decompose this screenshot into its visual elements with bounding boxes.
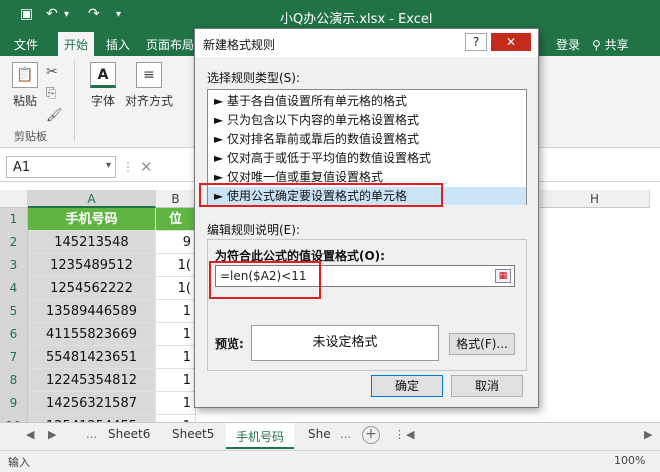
tab-file[interactable]: 文件 (14, 36, 38, 53)
user-icon: ⚲ (592, 38, 605, 52)
list-item[interactable]: ► 只为包含以下内容的单元格设置格式 (208, 111, 526, 129)
cancel-entry-icon[interactable]: ✕ (140, 158, 153, 176)
clipboard-icon: 📋 (12, 62, 38, 88)
table-cell[interactable]: 1235489512 (28, 254, 156, 277)
row-header[interactable]: 9 (0, 392, 28, 415)
customize-dropdown-icon[interactable]: ▾ (116, 9, 121, 20)
sheet-tab-bar: ◀ ▶ … Sheet6 Sheet5 手机号码 She … + ⋮ ◀ ▶ (0, 422, 660, 450)
more-icon: ⋮ (122, 160, 134, 174)
rule-type-label: 选择规则类型(S): (207, 71, 301, 85)
font-button[interactable]: A 字体 (86, 62, 120, 109)
format-painter-icon[interactable]: 🖌 (46, 108, 63, 123)
scroll-left-icon[interactable]: ◀ (406, 428, 414, 441)
ok-button[interactable]: 确定 (371, 375, 443, 397)
undo-icon[interactable]: ↶ (46, 6, 58, 22)
align-icon: ≡ (136, 62, 162, 88)
name-box[interactable]: A1 ▾ (6, 156, 116, 178)
table-cell[interactable]: 13589446589 (28, 300, 156, 323)
column-header-a[interactable]: A (28, 190, 156, 208)
save-icon[interactable]: ▣ (20, 6, 33, 22)
font-icon: A (90, 62, 116, 88)
cut-icon[interactable]: ✂ (46, 64, 58, 80)
header-cell-digits[interactable]: 位 (156, 208, 196, 231)
header-cell-phone[interactable]: 手机号码 (28, 208, 156, 231)
sheet-tab[interactable]: Sheet5 (172, 427, 214, 441)
alignment-button[interactable]: ≡ 对齐方式 (124, 62, 174, 109)
row-header[interactable]: 2 (0, 231, 28, 254)
add-sheet-icon[interactable]: + (362, 426, 380, 444)
row-header[interactable]: 3 (0, 254, 28, 277)
zoom-level[interactable]: 100% (614, 454, 645, 467)
table-cell[interactable]: 9 (156, 231, 196, 254)
table-cell[interactable]: 1 (156, 392, 196, 415)
dialog-title: 新建格式规则 (203, 38, 276, 52)
status-mode: 输入 (8, 456, 30, 469)
table-cell[interactable]: 12245354812 (28, 369, 156, 392)
table-cell[interactable]: 1( (156, 277, 196, 300)
list-item[interactable]: ► 仅对排名靠前或靠后的数值设置格式 (208, 130, 526, 148)
table-cell[interactable]: 1 (156, 346, 196, 369)
format-button[interactable]: 格式(F)... (449, 333, 515, 355)
next-sheet-icon[interactable]: ▶ (48, 428, 56, 441)
login-link[interactable]: 登录 (556, 36, 580, 53)
sheet-tab[interactable]: She (308, 427, 331, 441)
help-button[interactable]: ? (465, 33, 487, 51)
sheet-tab[interactable]: Sheet6 (108, 427, 150, 441)
row-header[interactable]: 6 (0, 323, 28, 346)
table-cell[interactable]: 1254562222 (28, 277, 156, 300)
table-cell[interactable]: 1 (156, 369, 196, 392)
dialog-title-bar: 新建格式规则 ? ✕ (195, 29, 538, 57)
table-cell[interactable]: 14256321587 (28, 392, 156, 415)
more-icon: ⋮ (394, 428, 405, 441)
table-cell[interactable]: 55481423651 (28, 346, 156, 369)
status-bar: 输入 100% (0, 450, 660, 472)
row-header[interactable]: 4 (0, 277, 28, 300)
row-header[interactable]: 7 (0, 346, 28, 369)
sheet-tab-active[interactable]: 手机号码 (226, 423, 295, 449)
row-header[interactable]: 1 (0, 208, 28, 231)
copy-icon[interactable]: ⎘ (46, 86, 56, 101)
table-cell[interactable]: 1( (156, 254, 196, 277)
edit-rule-label: 编辑规则说明(E): (207, 223, 300, 237)
preview-label: 预览: (215, 337, 244, 351)
tab-insert[interactable]: 插入 (106, 36, 130, 53)
range-select-icon[interactable]: ▦ (495, 269, 511, 283)
highlight-annotation (199, 183, 443, 207)
more-sheets-icon[interactable]: … (86, 428, 97, 441)
list-item[interactable]: ► 基于各自值设置所有单元格的格式 (208, 92, 526, 110)
highlight-annotation (209, 261, 321, 299)
table-cell[interactable]: 41155823669 (28, 323, 156, 346)
prev-sheet-icon[interactable]: ◀ (26, 428, 34, 441)
table-cell[interactable]: 145213548 (28, 231, 156, 254)
divider (74, 60, 75, 142)
paste-button[interactable]: 📋 粘贴 (8, 62, 42, 109)
more-sheets-icon[interactable]: … (340, 428, 351, 441)
table-cell[interactable]: 1 (156, 300, 196, 323)
table-cell[interactable]: 1 (156, 323, 196, 346)
cancel-button[interactable]: 取消 (451, 375, 523, 397)
column-header-h[interactable]: H (540, 190, 650, 208)
chevron-down-icon[interactable]: ▾ (106, 160, 111, 171)
scroll-right-icon[interactable]: ▶ (644, 428, 652, 441)
share-button[interactable]: ⚲ 共享 (592, 36, 629, 53)
select-all-corner[interactable] (0, 190, 28, 208)
undo-dropdown-icon[interactable]: ▾ (64, 9, 69, 20)
tab-home[interactable]: 开始 (58, 32, 95, 56)
row-header[interactable]: 8 (0, 369, 28, 392)
close-button[interactable]: ✕ (491, 33, 531, 51)
new-format-rule-dialog: 新建格式规则 ? ✕ 选择规则类型(S): ► 基于各自值设置所有单元格的格式 … (194, 28, 539, 408)
row-header[interactable]: 5 (0, 300, 28, 323)
clipboard-group-label: 剪贴板 (14, 130, 47, 143)
column-header-b[interactable]: B (156, 190, 196, 208)
tab-page-layout[interactable]: 页面布局 (146, 36, 194, 53)
redo-icon[interactable]: ↷ (88, 6, 100, 22)
preview-box: 未设定格式 (251, 325, 439, 361)
window-title: 小Q办公演示.xlsx - Excel (280, 12, 433, 27)
list-item[interactable]: ► 仅对高于或低于平均值的数值设置格式 (208, 149, 526, 167)
